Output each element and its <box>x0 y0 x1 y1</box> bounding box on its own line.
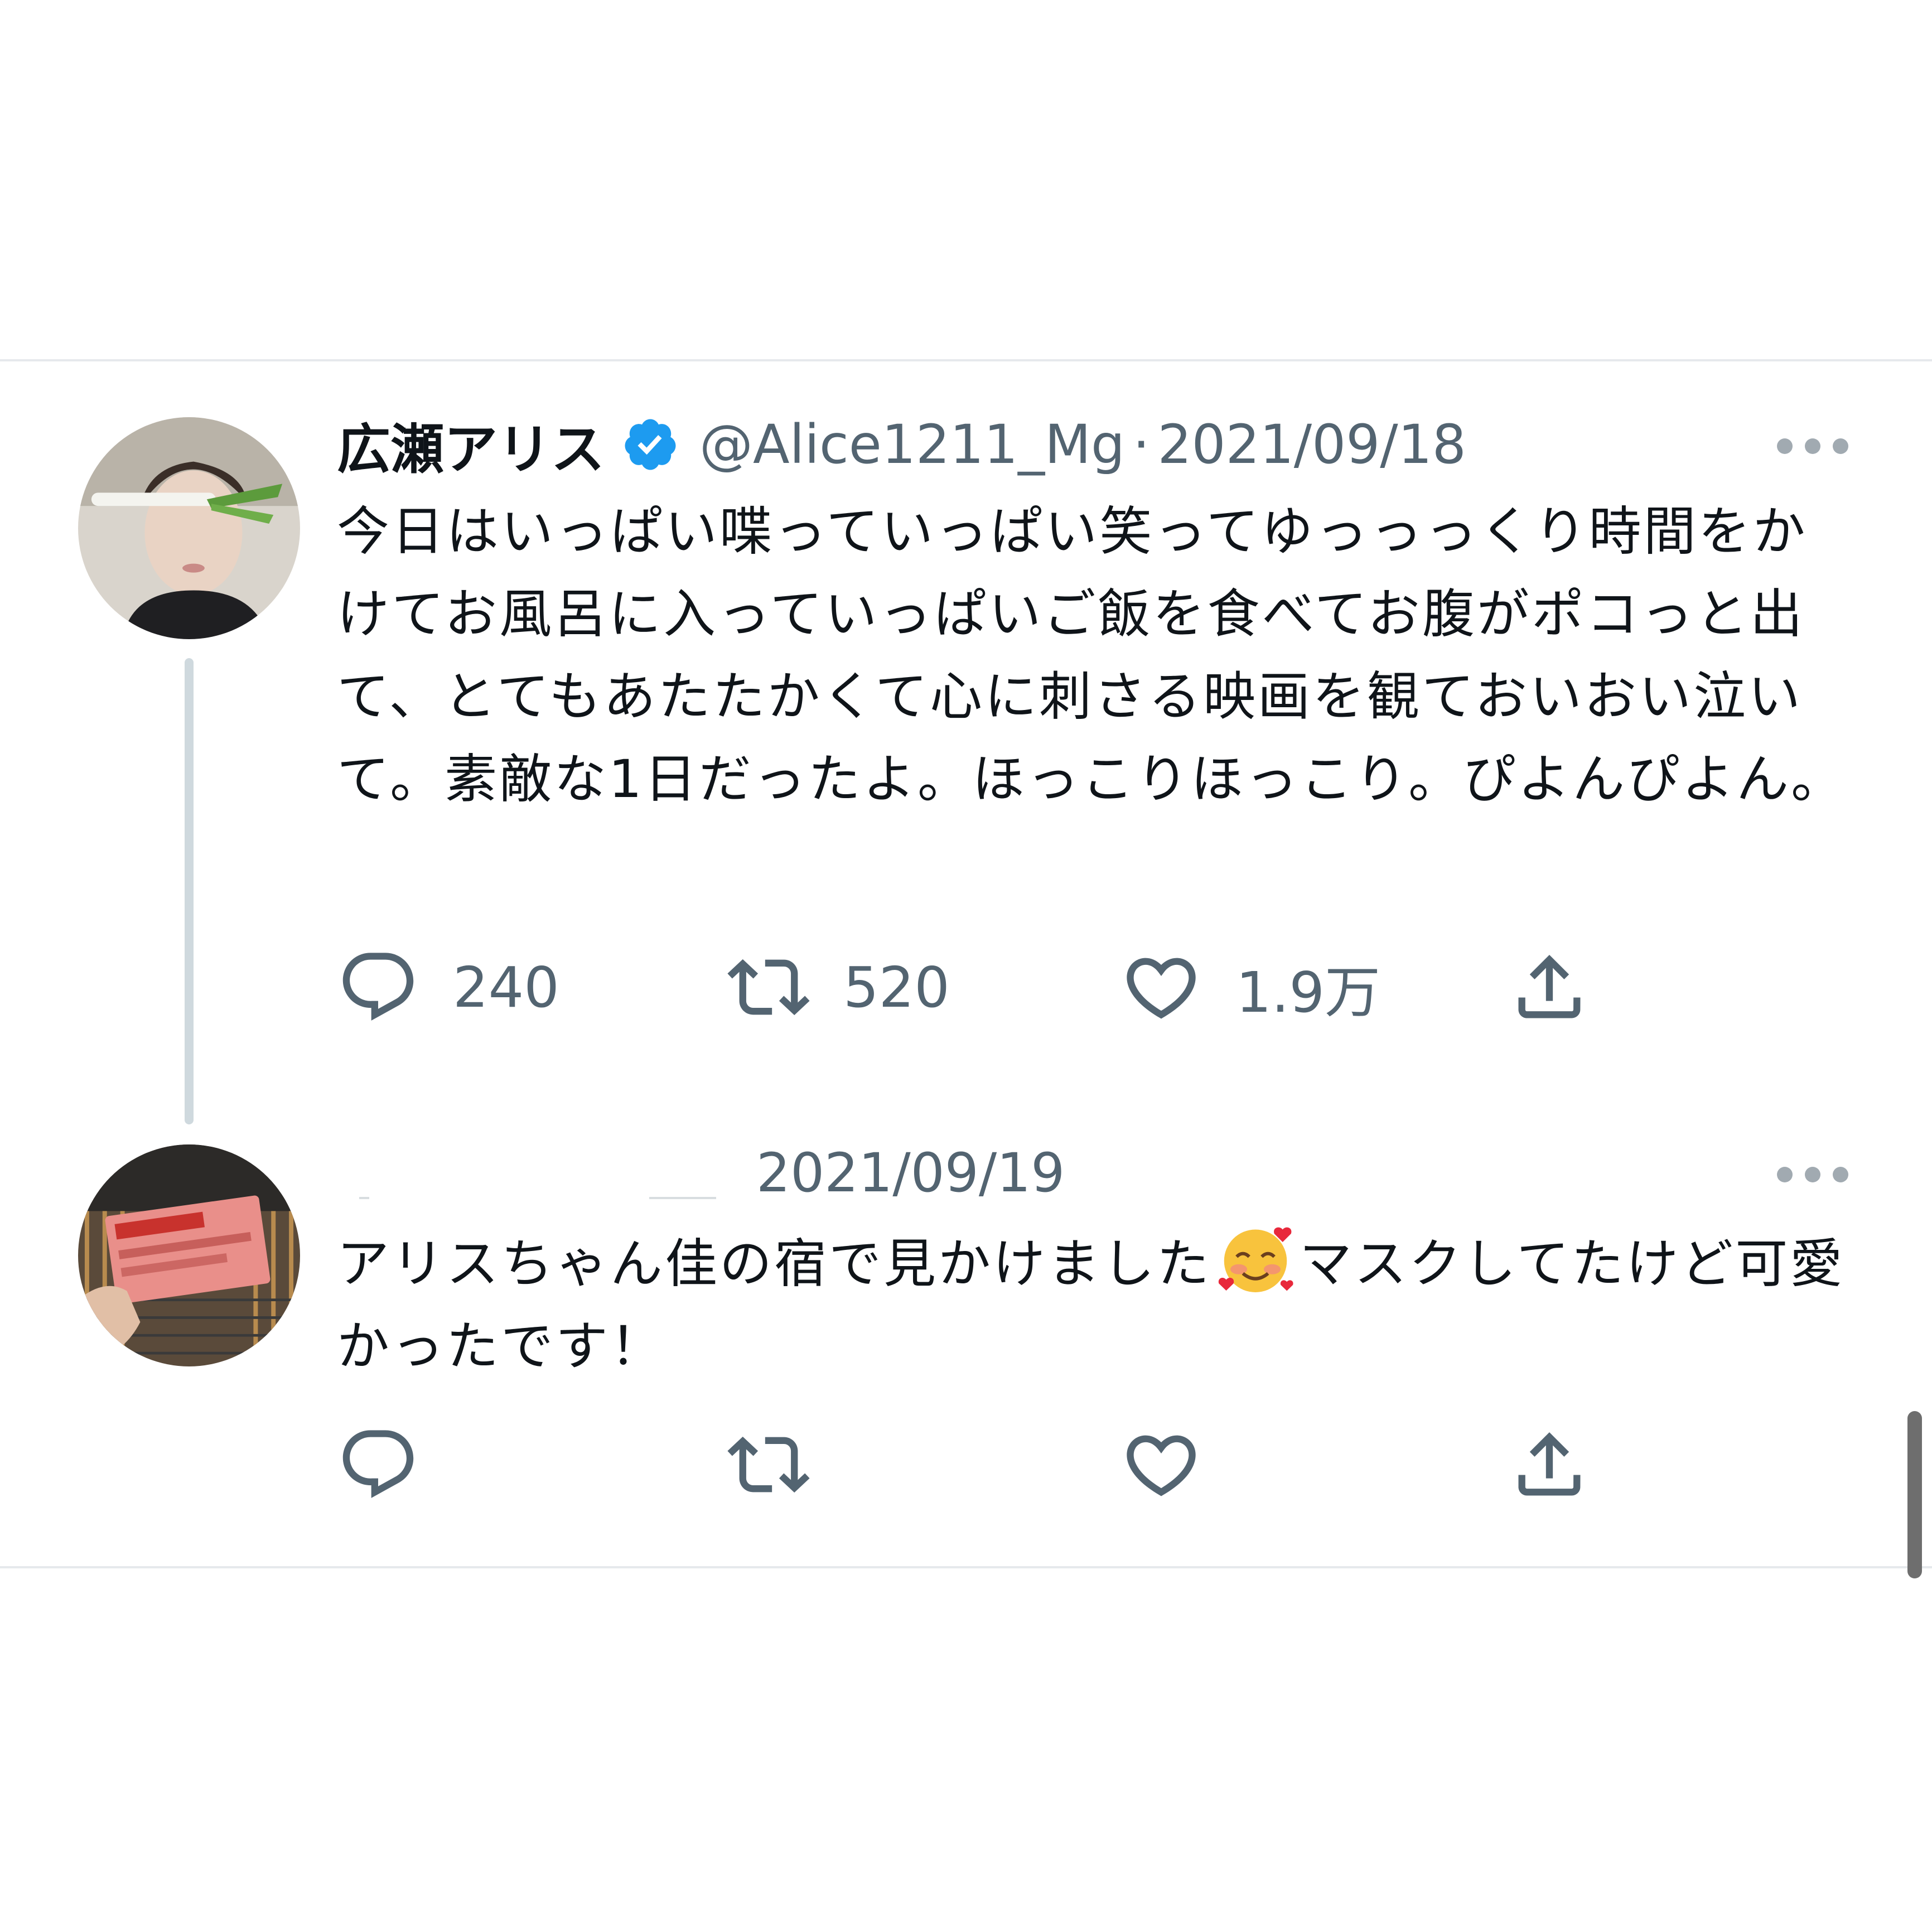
retweet-icon <box>727 959 810 1016</box>
tweet-date[interactable]: 2021/09/18 <box>1157 413 1466 476</box>
more-dots-icon[interactable] <box>1774 1163 1852 1186</box>
like-button[interactable]: 1.9万 <box>1120 943 1380 1032</box>
user-handle[interactable]: @Alice1211_Mg <box>699 413 1125 476</box>
like-count: 1.9万 <box>1236 959 1381 1025</box>
avatar-alice-image <box>78 417 300 639</box>
share-button[interactable] <box>1508 1420 1591 1509</box>
thread-connector-line <box>185 658 194 1124</box>
tweet2-header: 2021/09/19 <box>756 1142 1065 1204</box>
retweet-button[interactable]: 520 <box>727 943 950 1032</box>
scrollbar-thumb[interactable] <box>1907 1411 1922 1578</box>
heart-icon <box>1127 958 1196 1019</box>
bottom-divider <box>0 1566 1932 1568</box>
avatar-alice[interactable] <box>78 417 300 639</box>
more-dots-icon[interactable] <box>1774 435 1852 457</box>
top-divider <box>0 359 1932 361</box>
smiling-face-with-hearts-emoji <box>1218 1227 1293 1292</box>
reply-button[interactable] <box>337 1420 419 1509</box>
retweet-button[interactable] <box>727 1420 810 1509</box>
heart-icon <box>1127 1435 1196 1496</box>
reply-icon <box>342 1430 414 1498</box>
avatar-reply-user-image <box>78 1144 300 1366</box>
reply-button[interactable]: 240 <box>337 943 559 1032</box>
share-icon <box>1518 1432 1581 1496</box>
redacted-user-info <box>337 1147 727 1208</box>
verified-badge-icon <box>625 419 676 470</box>
avatar-reply-user[interactable] <box>78 1144 300 1366</box>
reply-icon <box>342 953 414 1021</box>
reply-count: 240 <box>453 954 559 1020</box>
tweet2-text: アリスちゃん佳の宿で見かけました マスクしてたけど可愛かったです！ <box>337 1217 1859 1388</box>
tweet1-text: 今日はいっぱい喋っていっぱい笑ってゆっっっくり時間をかけてお風呂に入っていっぱい… <box>337 501 1846 810</box>
tweet1-actions: 240 520 1.9万 <box>337 943 1620 1032</box>
like-button[interactable] <box>1120 1420 1202 1509</box>
share-icon <box>1518 954 1581 1018</box>
tweet2-text-part1: アリスちゃん佳の宿で見かけました <box>337 1234 1212 1295</box>
separator-dot: · <box>1132 413 1150 476</box>
tweet2-actions <box>337 1420 1620 1509</box>
retweet-count: 520 <box>843 954 950 1020</box>
display-name[interactable]: 広瀬アリス <box>337 406 605 484</box>
share-button[interactable] <box>1508 943 1591 1032</box>
tweet1-header: 広瀬アリス @Alice1211_Mg · 2021/09/18 <box>337 413 1466 481</box>
tweet-date[interactable]: 2021/09/19 <box>756 1142 1065 1204</box>
retweet-icon <box>727 1436 810 1493</box>
